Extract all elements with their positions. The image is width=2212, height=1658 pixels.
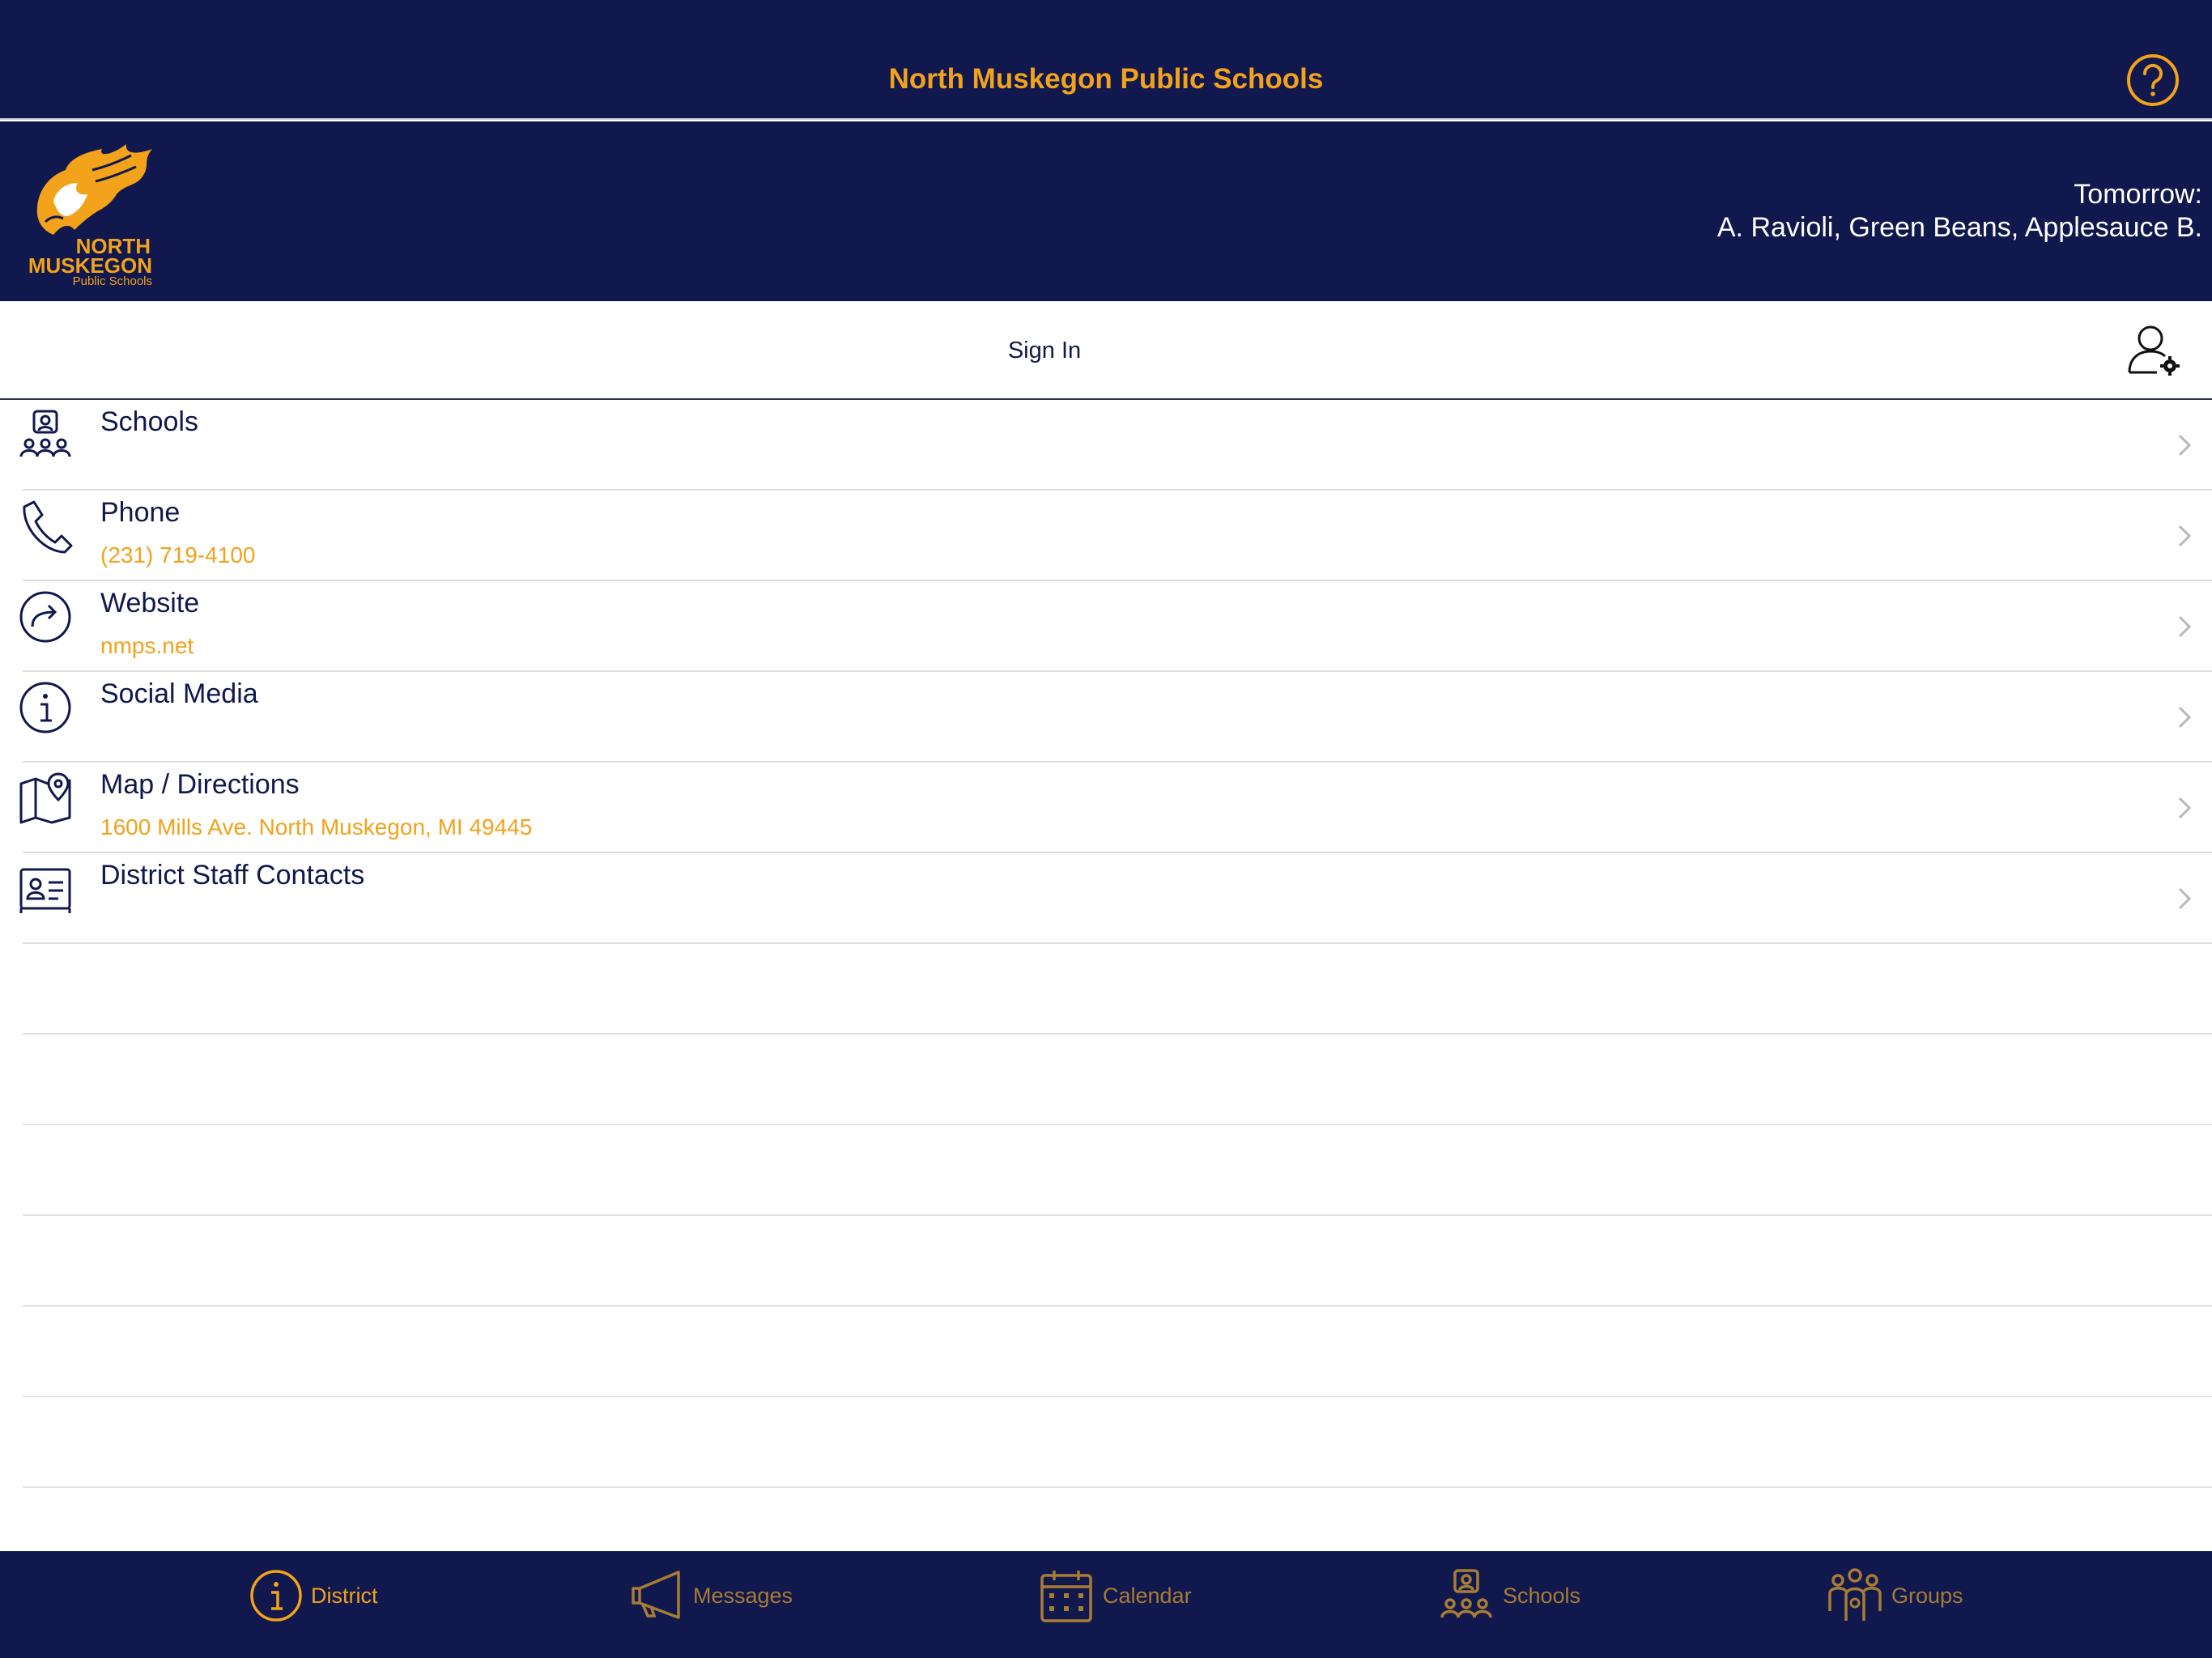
schools-icon xyxy=(19,410,71,457)
logo-text-public-schools: Public Schools xyxy=(73,274,152,285)
list-item-label: Phone xyxy=(100,497,181,528)
list-item-label: Map / Directions xyxy=(100,769,300,800)
list-item-label: Social Media xyxy=(100,678,258,709)
district-info-list: Schools Phone (231) 719-4100 Website nmp… xyxy=(0,400,2212,1579)
tab-label: Groups xyxy=(1891,1584,1963,1608)
user-settings-icon[interactable] xyxy=(2126,322,2181,377)
empty-list-row xyxy=(23,944,2212,1035)
website-icon xyxy=(19,591,71,643)
chevron-right-icon xyxy=(2178,615,2192,638)
tab-district[interactable]: District xyxy=(248,1551,410,1658)
empty-list-row xyxy=(23,1307,2212,1397)
list-item-map-directions[interactable]: Map / Directions 1600 Mills Ave. North M… xyxy=(19,763,2212,853)
calendar-icon xyxy=(1040,1571,1092,1622)
chevron-right-icon xyxy=(2178,525,2192,547)
list-item-label: District Staff Contacts xyxy=(100,860,365,891)
tab-groups[interactable]: Groups xyxy=(1827,1551,1989,1658)
empty-list-row xyxy=(23,1216,2212,1307)
empty-list-row xyxy=(23,1035,2212,1125)
sign-in-button[interactable]: Sign In xyxy=(0,301,2089,400)
info-icon xyxy=(19,682,71,733)
info-icon xyxy=(250,1570,302,1622)
chevron-right-icon xyxy=(2178,797,2192,819)
website-url: nmps.net xyxy=(100,633,194,658)
chevron-right-icon xyxy=(2178,434,2192,457)
lunch-menu-items: A. Ravioli, Green Beans, Applesauce B. xyxy=(1716,212,2202,243)
bottom-tab-bar: District Messages Calendar Schools Group… xyxy=(0,1551,2212,1658)
map-icon xyxy=(19,772,71,824)
list-item-label: Schools xyxy=(100,406,198,437)
top-bar: North Muskegon Public Schools xyxy=(0,0,2212,120)
list-item-website[interactable]: Website nmps.net xyxy=(19,581,2212,672)
chevron-right-icon xyxy=(2178,887,2192,910)
district-banner: NORTH MUSKEGON Public Schools Tomorrow: … xyxy=(0,121,2212,301)
address: 1600 Mills Ave. North Muskegon, MI 49445 xyxy=(100,814,533,840)
app-title: North Muskegon Public Schools xyxy=(888,63,1324,95)
tab-schools[interactable]: Schools xyxy=(1438,1551,1600,1658)
lunch-menu-heading: Tomorrow: xyxy=(2074,179,2202,210)
list-item-schools[interactable]: Schools xyxy=(19,400,2212,491)
lunch-menu[interactable]: Tomorrow: A. Ravioli, Green Beans, Apple… xyxy=(1717,178,2202,244)
tab-label: Messages xyxy=(693,1584,793,1608)
phone-number: (231) 719-4100 xyxy=(100,542,256,568)
tab-calendar[interactable]: Calendar xyxy=(1038,1551,1216,1658)
contact-card-icon xyxy=(19,868,71,913)
tab-label: Calendar xyxy=(1103,1584,1192,1608)
chevron-right-icon xyxy=(2178,706,2192,729)
phone-icon xyxy=(23,500,73,554)
schools-icon xyxy=(1440,1569,1492,1618)
help-icon[interactable] xyxy=(2126,53,2180,107)
district-logo: NORTH MUSKEGON Public Schools xyxy=(28,144,152,285)
list-item-district-staff-contacts[interactable]: District Staff Contacts xyxy=(19,853,2212,944)
megaphone-icon xyxy=(632,1571,680,1619)
tab-messages[interactable]: Messages xyxy=(628,1551,806,1658)
empty-list-row xyxy=(23,1397,2212,1488)
list-item-social-media[interactable]: Social Media xyxy=(19,672,2212,763)
tab-label: District xyxy=(311,1584,378,1608)
sign-in-bar[interactable]: Sign In xyxy=(0,301,2212,400)
groups-icon xyxy=(1828,1568,1882,1621)
list-item-phone[interactable]: Phone (231) 719-4100 xyxy=(23,491,2212,581)
tab-label: Schools xyxy=(1503,1584,1581,1608)
empty-list-row xyxy=(23,1125,2212,1216)
list-item-label: Website xyxy=(100,588,200,619)
